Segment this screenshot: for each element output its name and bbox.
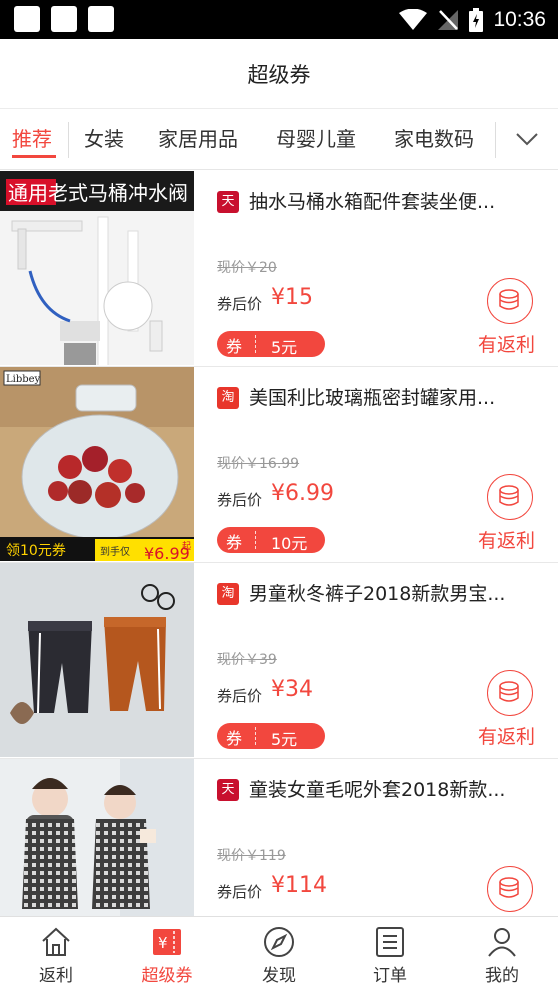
tab-home[interactable]: 家居用品 xyxy=(158,110,238,168)
product-card[interactable]: 淘 男童秋冬裤子2018新款男宝... 现价￥39 券后价 ¥34 券 5元 有… xyxy=(0,563,558,759)
after-coupon-price: ¥114 xyxy=(271,873,327,898)
category-tabs: 推荐 女装 家居用品 母婴儿童 家电数码 xyxy=(0,110,558,170)
product-title[interactable]: 男童秋冬裤子2018新款男宝... xyxy=(249,579,544,606)
nav-label: 订单 xyxy=(373,966,407,986)
coupon-tag: 券 xyxy=(226,533,243,552)
coupon-value: 5元 xyxy=(271,338,298,357)
nav-discover[interactable]: 发现 xyxy=(223,917,335,992)
coupon-badge[interactable]: 券 10元 xyxy=(217,527,325,553)
image-banner-suffix: 起 xyxy=(182,541,191,552)
taobao-icon: 淘 xyxy=(217,387,239,409)
rebate-coins-icon[interactable] xyxy=(487,474,533,520)
nav-rebate[interactable]: 返利 xyxy=(0,917,112,992)
list-icon xyxy=(376,927,404,957)
tab-divider xyxy=(495,122,496,158)
no-signal-icon xyxy=(438,9,459,30)
chevron-down-icon[interactable] xyxy=(512,126,542,152)
tab-divider xyxy=(68,122,69,158)
after-coupon-price: ¥6.99 xyxy=(271,481,334,506)
tab-baby[interactable]: 母婴儿童 xyxy=(276,110,356,168)
coupon-icon: ¥ xyxy=(153,929,181,955)
after-coupon-price: ¥15 xyxy=(271,285,313,310)
compass-icon xyxy=(264,927,294,957)
product-image[interactable] xyxy=(0,759,194,916)
rebate-label[interactable]: 有返利 xyxy=(478,330,535,357)
image-banner-text: 到手仅 xyxy=(100,545,130,558)
nav-label: 我的 xyxy=(485,966,519,986)
after-coupon-price: ¥34 xyxy=(271,677,313,702)
coupon-tag: 券 xyxy=(226,337,243,356)
nav-label: 超级券 xyxy=(141,966,193,986)
notification-icon xyxy=(51,6,77,32)
home-icon xyxy=(42,927,70,956)
rebate-label[interactable]: 有返利 xyxy=(478,722,535,749)
notification-icon xyxy=(88,6,114,32)
product-title[interactable]: 童装女童毛呢外套2018新款... xyxy=(249,775,544,802)
product-card[interactable]: Libbey 领10元券 到手仅 ¥6.99 起 淘 美国利比玻璃瓶密封罐家用.… xyxy=(0,367,558,563)
tmall-icon: 天 xyxy=(217,191,239,213)
coupon-icon-glyph: ¥ xyxy=(158,934,168,952)
status-bar: 10:36 xyxy=(0,0,558,39)
nav-label: 发现 xyxy=(262,966,296,986)
nav-super-coupon[interactable]: ¥ 超级券 xyxy=(111,917,223,992)
battery-icon xyxy=(469,7,484,32)
product-card[interactable]: 天 童装女童毛呢外套2018新款... 现价￥119 券后价 ¥114 xyxy=(0,759,558,916)
rebate-coins-icon[interactable] xyxy=(487,278,533,324)
product-image[interactable]: Libbey 领10元券 到手仅 ¥6.99 起 xyxy=(0,367,194,561)
taobao-icon: 淘 xyxy=(217,583,239,605)
brand-label: Libbey xyxy=(6,374,41,385)
coupon-divider xyxy=(255,531,256,549)
rebate-label[interactable]: 有返利 xyxy=(478,526,535,553)
coupon-badge[interactable]: 券 5元 xyxy=(217,331,325,357)
coupon-value: 5元 xyxy=(271,730,298,749)
active-tab-indicator xyxy=(12,155,56,158)
notification-icon xyxy=(14,6,40,32)
nav-label: 返利 xyxy=(39,966,73,986)
nav-mine[interactable]: 我的 xyxy=(446,917,558,992)
rebate-coins-icon[interactable] xyxy=(487,866,533,912)
coupon-value: 10元 xyxy=(271,534,308,553)
image-banner: 领10元券 xyxy=(6,543,66,559)
user-icon xyxy=(488,928,516,957)
product-card[interactable]: 通用老式马桶冲水阀 天 抽水马桶水箱配件套装坐便... 现价￥20 券后价 ¥1… xyxy=(0,171,558,367)
original-price: 现价￥119 xyxy=(217,848,286,864)
after-coupon-label: 券后价 xyxy=(217,295,263,313)
after-coupon-label: 券后价 xyxy=(217,687,263,705)
product-title[interactable]: 美国利比玻璃瓶密封罐家用... xyxy=(249,383,544,410)
tmall-icon: 天 xyxy=(217,779,239,801)
wifi-icon xyxy=(399,8,428,30)
title-bar: 超级券 xyxy=(0,39,558,109)
product-image[interactable] xyxy=(0,563,194,757)
original-price: 现价￥16.99 xyxy=(217,456,300,472)
rebate-coins-icon[interactable] xyxy=(487,670,533,716)
tab-women[interactable]: 女装 xyxy=(84,110,124,168)
coupon-badge[interactable]: 券 5元 xyxy=(217,723,325,749)
after-coupon-label: 券后价 xyxy=(217,883,263,901)
original-price: 现价￥39 xyxy=(217,652,277,668)
tab-electronics[interactable]: 家电数码 xyxy=(394,110,474,168)
product-title[interactable]: 抽水马桶水箱配件套装坐便... xyxy=(249,187,544,214)
clock: 10:36 xyxy=(493,7,546,31)
image-caption: 通用老式马桶冲水阀 xyxy=(8,181,188,205)
product-image[interactable]: 通用老式马桶冲水阀 xyxy=(0,171,194,365)
page-title: 超级券 xyxy=(247,62,311,87)
nav-orders[interactable]: 订单 xyxy=(334,917,446,992)
bottom-nav: 返利 ¥ 超级券 发现 订单 我的 xyxy=(0,916,558,992)
coupon-divider xyxy=(255,335,256,353)
original-price: 现价￥20 xyxy=(217,260,277,276)
coupon-tag: 券 xyxy=(226,729,243,748)
after-coupon-label: 券后价 xyxy=(217,491,263,509)
tab-recommend[interactable]: 推荐 xyxy=(12,110,52,168)
coupon-divider xyxy=(255,727,256,745)
